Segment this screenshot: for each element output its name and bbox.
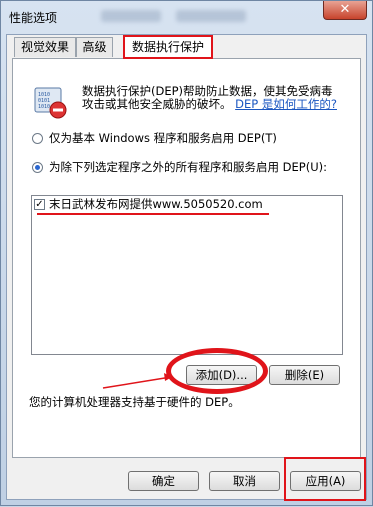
radio-basic-label: 仅为基本 Windows 程序和服务启用 DEP(T) bbox=[49, 131, 277, 145]
radio-button-selected[interactable] bbox=[32, 162, 43, 173]
remove-button[interactable]: 删除(E) bbox=[269, 365, 340, 385]
annotation-apply-highlight bbox=[284, 457, 366, 501]
performance-options-window: 性能选项 ✕ 视觉效果 高级 数据执行保护 1010 0101 1010 数据执… bbox=[0, 0, 373, 506]
blurred-title-fragment bbox=[176, 10, 246, 22]
title-bar[interactable]: 性能选项 ✕ bbox=[1, 1, 373, 31]
annotation-tab-highlight bbox=[123, 35, 213, 59]
blurred-title-fragment bbox=[101, 10, 161, 22]
radio-basic-dep[interactable]: 仅为基本 Windows 程序和服务启用 DEP(T) bbox=[32, 130, 277, 146]
list-item-label: 末日武林发布网提供www.5050520.com bbox=[49, 197, 263, 211]
tab-visual-effects[interactable]: 视觉效果 bbox=[14, 37, 76, 57]
tab-advanced[interactable]: 高级 bbox=[76, 37, 113, 57]
ok-button[interactable]: 确定 bbox=[128, 471, 199, 491]
cancel-button[interactable]: 取消 bbox=[209, 471, 280, 491]
annotation-circle bbox=[166, 348, 268, 394]
list-item[interactable]: ✓ 末日武林发布网提供www.5050520.com bbox=[34, 196, 263, 212]
radio-all-label: 为除下列选定程序之外的所有程序和服务启用 DEP(U): bbox=[49, 160, 327, 174]
svg-text:1010: 1010 bbox=[38, 104, 50, 110]
exception-program-list[interactable] bbox=[31, 195, 343, 355]
checkbox-checked[interactable]: ✓ bbox=[34, 199, 45, 210]
hardware-dep-status: 您的计算机处理器支持基于硬件的 DEP。 bbox=[29, 395, 240, 409]
dep-description: 数据执行保护(DEP)帮助防止数据，使其免受病毒攻击或其他安全威胁的破坏。 DE… bbox=[82, 85, 344, 111]
window-title: 性能选项 bbox=[9, 11, 58, 25]
radio-button[interactable] bbox=[32, 133, 43, 144]
annotation-underline bbox=[37, 213, 269, 215]
dep-help-link[interactable]: DEP 是如何工作的? bbox=[235, 97, 337, 111]
radio-all-dep[interactable]: 为除下列选定程序之外的所有程序和服务启用 DEP(U): bbox=[32, 159, 327, 175]
dep-shield-icon: 1010 0101 1010 bbox=[34, 87, 67, 119]
close-button[interactable]: ✕ bbox=[323, 1, 367, 20]
close-icon: ✕ bbox=[339, 2, 351, 17]
